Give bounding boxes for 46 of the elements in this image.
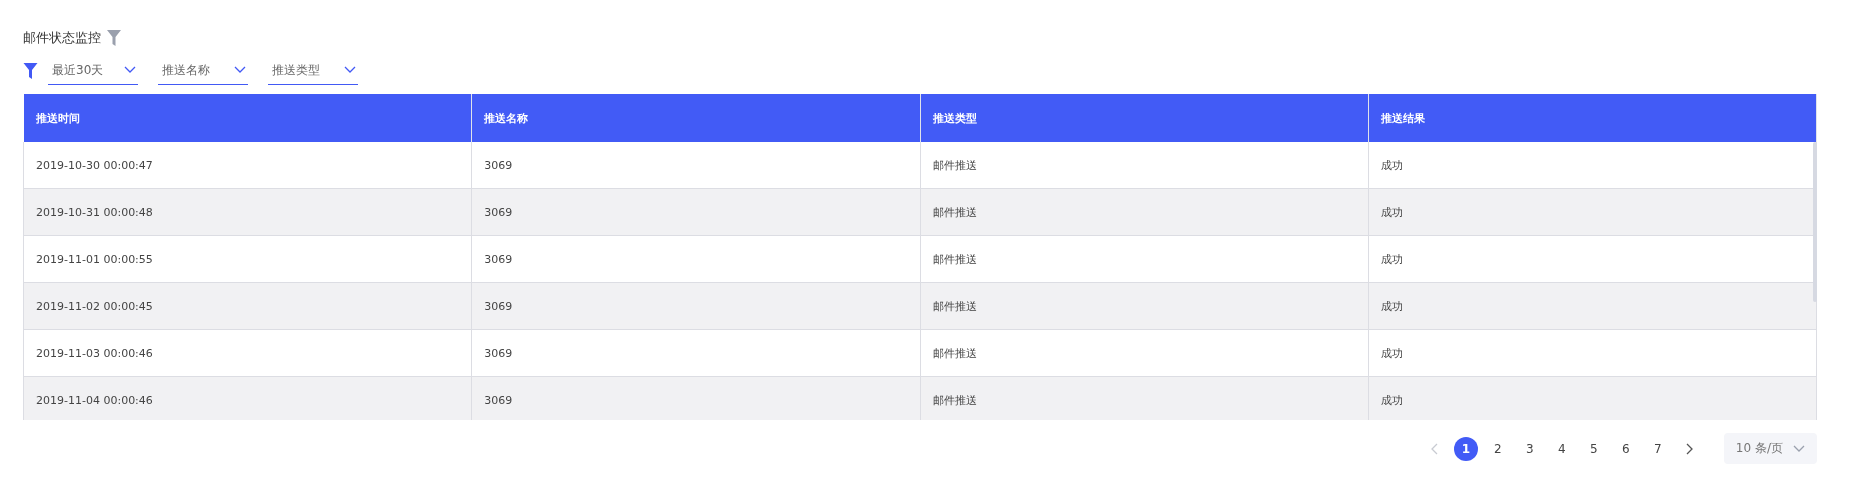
page-button[interactable]: 6 (1613, 436, 1638, 461)
table-cell: 邮件推送 (920, 329, 1369, 377)
table-cell: 2019-11-04 00:00:46 (23, 376, 472, 420)
table-cell: 邮件推送 (920, 142, 1369, 189)
filter-dropdown[interactable]: 推送名称 (158, 57, 248, 85)
column-header: 推送时间 (23, 94, 472, 142)
page-button[interactable]: 7 (1645, 436, 1670, 461)
table-cell: 3069 (471, 142, 920, 189)
table-cell: 2019-11-02 00:00:45 (23, 282, 472, 330)
table-cell: 邮件推送 (920, 235, 1369, 283)
table-cell: 3069 (471, 282, 920, 330)
column-header: 推送类型 (920, 94, 1369, 142)
table-cell: 邮件推送 (920, 282, 1369, 330)
page-button[interactable]: 4 (1549, 436, 1574, 461)
table-cell: 3069 (471, 188, 920, 236)
table-cell: 3069 (471, 235, 920, 283)
chevron-down-icon (1793, 444, 1805, 453)
table-cell: 成功 (1368, 329, 1817, 377)
table-cell: 2019-11-03 00:00:46 (23, 329, 472, 377)
next-page-icon[interactable] (1685, 442, 1694, 455)
chevron-down-icon (234, 66, 246, 74)
table-cell: 成功 (1368, 376, 1817, 420)
page-button[interactable]: 5 (1581, 436, 1606, 461)
table-cell: 2019-10-30 00:00:47 (23, 142, 472, 189)
table-cell: 邮件推送 (920, 188, 1369, 236)
page-button[interactable]: 2 (1485, 436, 1510, 461)
page-button[interactable]: 3 (1517, 436, 1542, 461)
page-size-dropdown[interactable]: 10 条/页 (1723, 433, 1817, 464)
column-header: 推送结果 (1368, 94, 1817, 142)
table-cell: 成功 (1368, 282, 1817, 330)
table-cell: 邮件推送 (920, 376, 1369, 420)
filter-dropdown[interactable]: 推送类型 (268, 57, 358, 85)
filter-icon[interactable] (23, 63, 38, 79)
table-cell: 2019-11-01 00:00:55 (23, 235, 472, 283)
chevron-down-icon (124, 66, 136, 74)
table-cell: 2019-10-31 00:00:48 (23, 188, 472, 236)
page-title: 邮件状态监控 (23, 29, 101, 47)
table-cell: 3069 (471, 376, 920, 420)
filter-icon[interactable] (107, 30, 121, 46)
column-header: 推送名称 (471, 94, 920, 142)
chevron-down-icon (344, 66, 356, 74)
previous-page-icon[interactable] (1429, 442, 1438, 455)
table-cell: 3069 (471, 329, 920, 377)
page-button[interactable]: 1 (1453, 436, 1478, 461)
filter-dropdown[interactable]: 最近30天 (48, 57, 138, 85)
scrollbar-thumb[interactable] (1813, 142, 1817, 302)
